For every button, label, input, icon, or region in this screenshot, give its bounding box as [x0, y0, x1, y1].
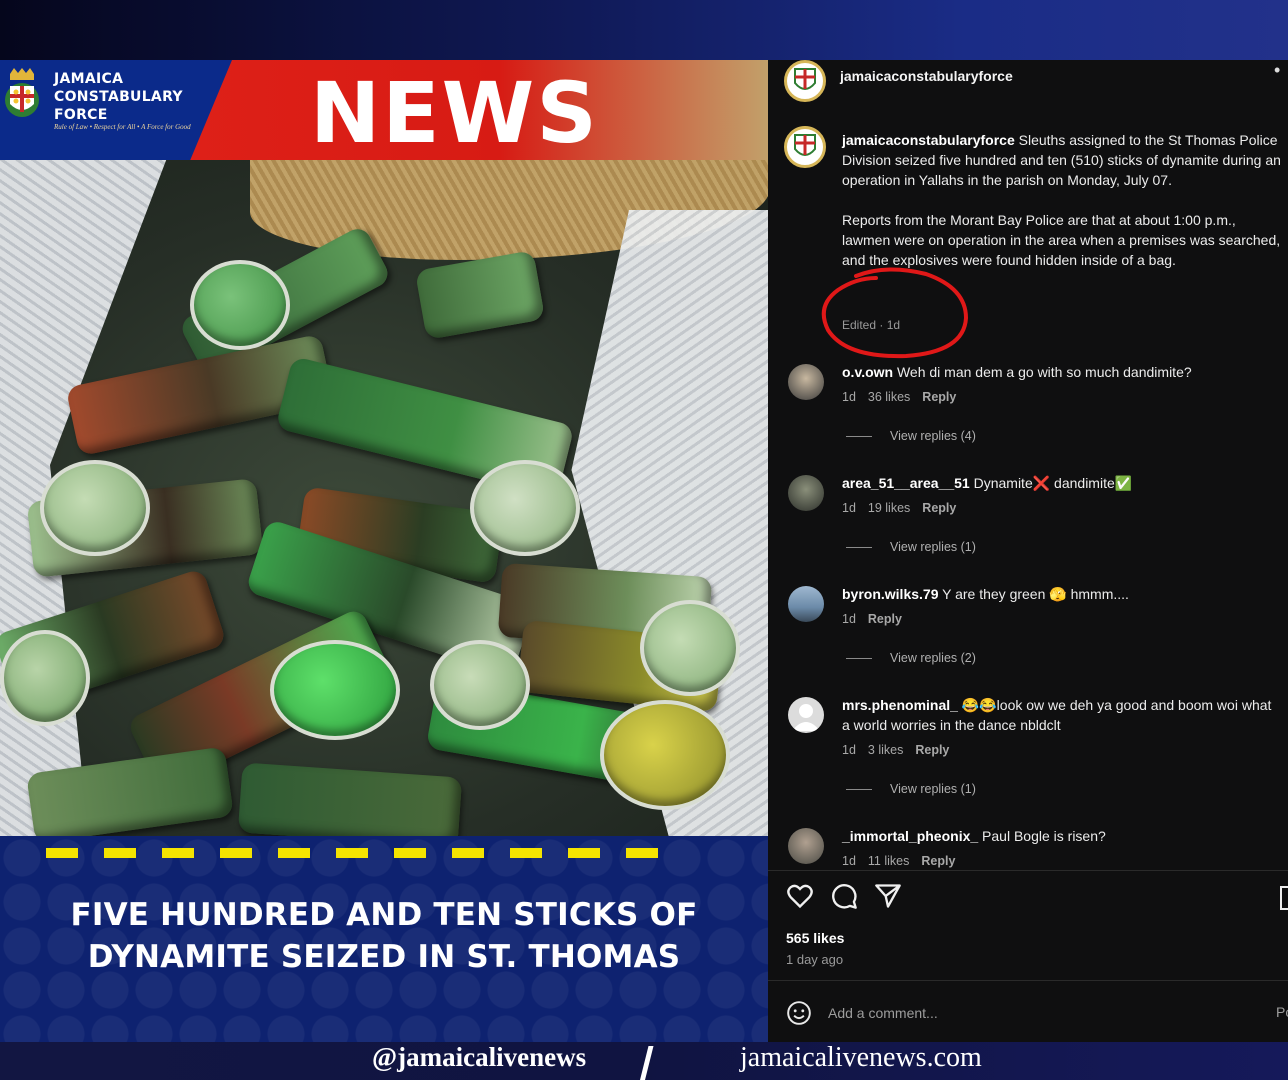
add-comment-input[interactable]: Add a comment...: [828, 1005, 938, 1021]
red-annotation-circle: [821, 267, 969, 359]
comment-username[interactable]: area_51__area__51: [842, 475, 970, 491]
org-motto: Rule of Law • Respect for All • A Force …: [54, 123, 191, 131]
jcf-logo-block: JAMAICA CONSTABULARY FORCE Rule of Law •…: [0, 60, 232, 160]
header-band: JAMAICA CONSTABULARY FORCE Rule of Law •…: [0, 60, 768, 162]
bookmark-icon[interactable]: [1280, 886, 1288, 910]
add-comment-bar: Add a comment...: [786, 998, 938, 1028]
jcf-crest-icon: [794, 68, 816, 90]
news-banner-title: NEWS: [310, 64, 599, 162]
caption-username[interactable]: jamaicaconstabularyforce: [842, 132, 1015, 148]
default-avatar-icon: [792, 704, 820, 731]
divider: [768, 980, 1288, 981]
footer-bar: @jamaicalivenews jamaicalivenews.com: [0, 1042, 1288, 1080]
comment-likes[interactable]: 11 likes: [868, 854, 909, 868]
comment-username[interactable]: _immortal_pheonix_: [842, 828, 978, 844]
comment-icon[interactable]: [830, 882, 858, 910]
emoji-icon[interactable]: [786, 1000, 812, 1026]
comment-username[interactable]: o.v.own: [842, 364, 893, 380]
comment-likes[interactable]: 19 likes: [868, 501, 910, 515]
post-comment-button[interactable]: Post: [1276, 1004, 1288, 1020]
comment-age: 1d: [842, 854, 856, 868]
news-graphic: JAMAICA CONSTABULARY FORCE Rule of Law •…: [0, 60, 768, 1042]
headline-band: FIVE HUNDRED AND TEN STICKS OF DYNAMITE …: [0, 836, 768, 1042]
comment-text: Paul Bogle is risen?: [982, 828, 1106, 844]
comment-likes[interactable]: 36 likes: [868, 390, 910, 404]
comment-text: Weh di man dem a go with so much dandimi…: [896, 364, 1192, 380]
comment-username[interactable]: byron.wilks.79: [842, 586, 938, 602]
reply-button[interactable]: Reply: [922, 501, 956, 515]
jcf-crest-icon: [794, 134, 816, 156]
jcf-avatar[interactable]: [784, 60, 826, 102]
reply-button[interactable]: Reply: [921, 854, 955, 868]
comment-age: 1d: [842, 612, 856, 626]
post-actions: [786, 882, 902, 912]
comment-text: Y are they green 🫣 hmmm....: [942, 586, 1129, 602]
jcf-crest-icon: [5, 68, 39, 117]
comment-text: Dynamite❌ dandimite✅: [973, 475, 1133, 491]
avatar[interactable]: [788, 475, 824, 511]
top-banner: [0, 0, 1288, 60]
instagram-post-panel: jamaicaconstabularyforce • jamaicaconsta…: [768, 60, 1288, 1042]
view-replies-button[interactable]: View replies (1): [846, 782, 976, 796]
post-username[interactable]: jamaicaconstabularyforce: [840, 68, 1013, 84]
comment-age: 1d: [842, 501, 856, 515]
comment-item: _immortal_pheonix_ Paul Bogle is risen? …: [768, 826, 1288, 868]
footer-site: jamaicalivenews.com: [740, 1042, 982, 1073]
avatar[interactable]: [788, 364, 824, 400]
post-caption: jamaicaconstabularyforce Sleuths assigne…: [842, 130, 1282, 270]
comment-likes[interactable]: 3 likes: [868, 743, 903, 757]
comment-username[interactable]: mrs.phenominal_: [842, 697, 958, 713]
view-replies-button[interactable]: View replies (2): [846, 651, 976, 665]
heart-icon[interactable]: [786, 882, 814, 910]
headline-text: FIVE HUNDRED AND TEN STICKS OF DYNAMITE …: [70, 897, 698, 975]
reply-button[interactable]: Reply: [915, 743, 949, 757]
caption-avatar[interactable]: [784, 126, 826, 168]
divider: [768, 870, 1288, 871]
comment-age: 1d: [842, 743, 856, 757]
share-icon[interactable]: [874, 882, 902, 910]
avatar[interactable]: [788, 586, 824, 622]
reply-button[interactable]: Reply: [868, 612, 902, 626]
view-replies-button[interactable]: View replies (1): [846, 540, 976, 554]
footer-divider: [639, 1046, 654, 1080]
view-replies-button[interactable]: View replies (4): [846, 429, 976, 443]
hazard-stripe: [46, 848, 666, 858]
reply-button[interactable]: Reply: [922, 390, 956, 404]
like-count[interactable]: 565 likes: [786, 930, 844, 946]
more-options-icon[interactable]: •: [1274, 60, 1280, 81]
post-timestamp: 1 day ago: [786, 952, 844, 967]
avatar[interactable]: [788, 828, 824, 864]
footer-handle: @jamaicalivenews: [372, 1042, 587, 1072]
dynamite-photo: [0, 160, 768, 836]
org-name: JAMAICA CONSTABULARY FORCE: [54, 71, 183, 123]
caption-paragraph-2: Reports from the Morant Bay Police are t…: [842, 212, 1281, 268]
comment-age: 1d: [842, 390, 856, 404]
avatar[interactable]: [788, 697, 824, 733]
